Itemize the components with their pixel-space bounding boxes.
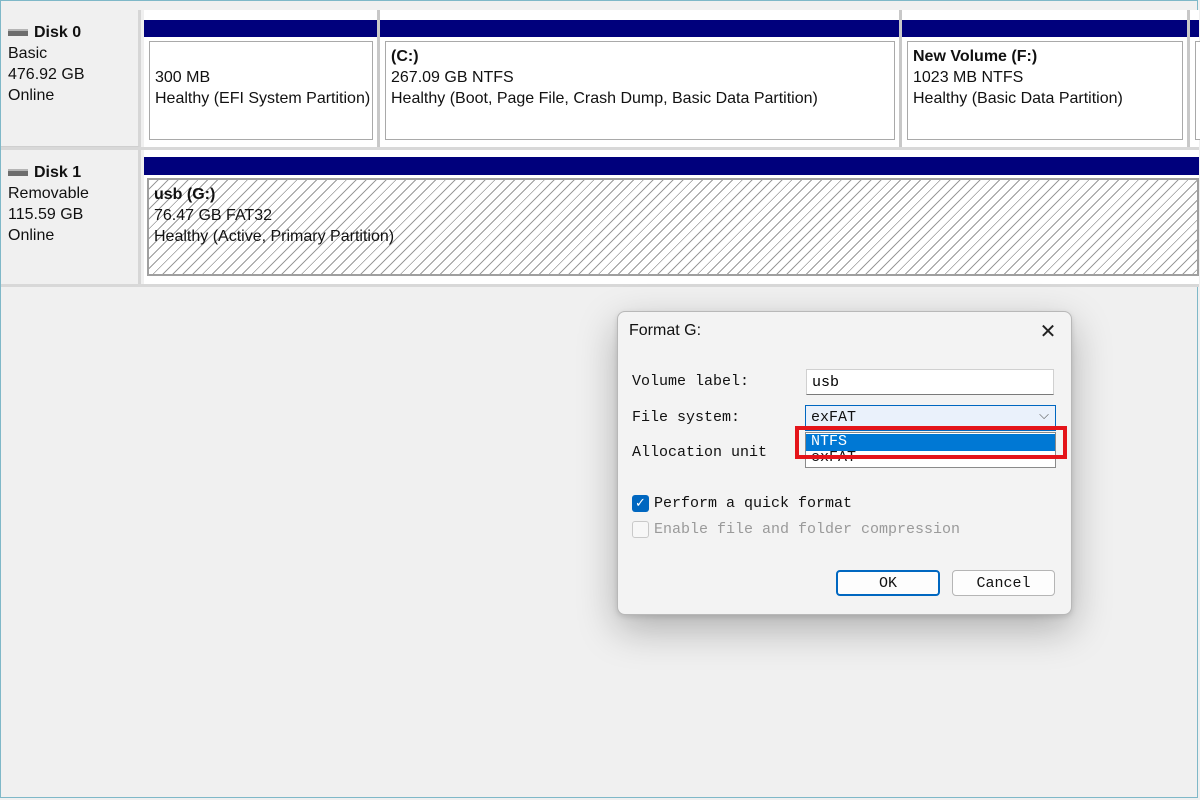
disk-name: Disk 0	[34, 24, 82, 41]
partition-status: Healthy (EFI System Partition)	[155, 90, 371, 107]
compression-option: Enable file and folder compression	[632, 521, 960, 538]
partition-bar	[902, 20, 1187, 37]
option-exfat[interactable]: exFAT	[806, 450, 1055, 467]
disk-drive-icon	[8, 29, 28, 36]
partition-status: Healthy (Active, Primary Partition)	[154, 228, 395, 245]
partition-size: 1023 MB NTFS	[913, 69, 1024, 86]
row-divider	[1, 284, 1199, 287]
disk-drive-icon	[8, 169, 28, 176]
close-icon[interactable]: ✕	[1035, 318, 1061, 344]
file-system-value: exFAT	[811, 409, 857, 426]
disk-1-partitions: usb (G:) 76.47 GB FAT32 Healthy (Active,…	[144, 150, 1199, 286]
partition-size: 267.09 GB NTFS	[391, 69, 514, 86]
disk-status: Online	[8, 227, 55, 244]
disk-type: Basic	[8, 45, 48, 62]
partition-title: (C:)	[391, 48, 419, 65]
volume-label-input[interactable]	[806, 369, 1054, 395]
partition-title: usb (G:)	[154, 186, 216, 203]
format-dialog: Format G: ✕ Volume label: File system: e…	[617, 311, 1072, 615]
disk-1-label[interactable]: Disk 1 Removable 115.59 GB Online	[1, 150, 141, 286]
compression-checkbox	[632, 521, 649, 538]
disk-size: 115.59 GB	[8, 206, 84, 223]
disk-size: 476.92 GB	[8, 66, 85, 83]
partition-efi[interactable]: 300 MB Healthy (EFI System Partition)	[144, 10, 380, 148]
allocation-unit-label: Allocation unit	[632, 444, 768, 461]
partition-size: 300 MB	[155, 69, 211, 86]
partition-size: 76.47 GB FAT32	[154, 207, 272, 224]
partition-overflow	[1190, 10, 1200, 148]
partition-bar	[144, 157, 1199, 175]
disk-name: Disk 1	[34, 164, 82, 181]
quick-format-label: Perform a quick format	[654, 495, 853, 512]
file-system-select[interactable]: exFAT ⌵	[805, 405, 1056, 431]
partition-bar	[1190, 20, 1199, 37]
partition-c[interactable]: (C:) 267.09 GB NTFS Healthy (Boot, Page …	[380, 10, 902, 148]
file-system-label: File system:	[632, 409, 741, 426]
dialog-title: Format G:	[629, 322, 702, 339]
chevron-down-icon: ⌵	[1039, 408, 1049, 423]
partition-bar	[380, 20, 899, 37]
partition-g[interactable]: usb (G:) 76.47 GB FAT32 Healthy (Active,…	[144, 150, 1199, 286]
partition-status: Healthy (Boot, Page File, Crash Dump, Ba…	[391, 90, 818, 107]
compression-label: Enable file and folder compression	[654, 521, 961, 538]
file-system-dropdown: NTFS exFAT	[805, 432, 1056, 468]
disk-1-row: Disk 1 Removable 115.59 GB Online usb (G…	[1, 150, 1199, 286]
partition-bar	[144, 20, 377, 37]
disk-status: Online	[8, 87, 55, 104]
partition-f[interactable]: New Volume (F:) 1023 MB NTFS Healthy (Ba…	[902, 10, 1190, 148]
partition-status: Healthy (Basic Data Partition)	[913, 90, 1123, 107]
disk-type: Removable	[8, 185, 89, 202]
ok-button[interactable]: OK	[836, 570, 940, 596]
quick-format-option[interactable]: ✓ Perform a quick format	[632, 495, 852, 512]
disk-0-label[interactable]: Disk 0 Basic 476.92 GB Online	[1, 10, 141, 148]
checkmark-icon[interactable]: ✓	[632, 495, 649, 512]
disk-0-row: Disk 0 Basic 476.92 GB Online 300 MB Hea…	[1, 10, 1200, 148]
partition-title: New Volume (F:)	[913, 48, 1038, 65]
volume-label-label: Volume label:	[632, 373, 750, 390]
cancel-button[interactable]: Cancel	[952, 570, 1055, 596]
disk-0-partitions: 300 MB Healthy (EFI System Partition) (C…	[144, 10, 1200, 148]
